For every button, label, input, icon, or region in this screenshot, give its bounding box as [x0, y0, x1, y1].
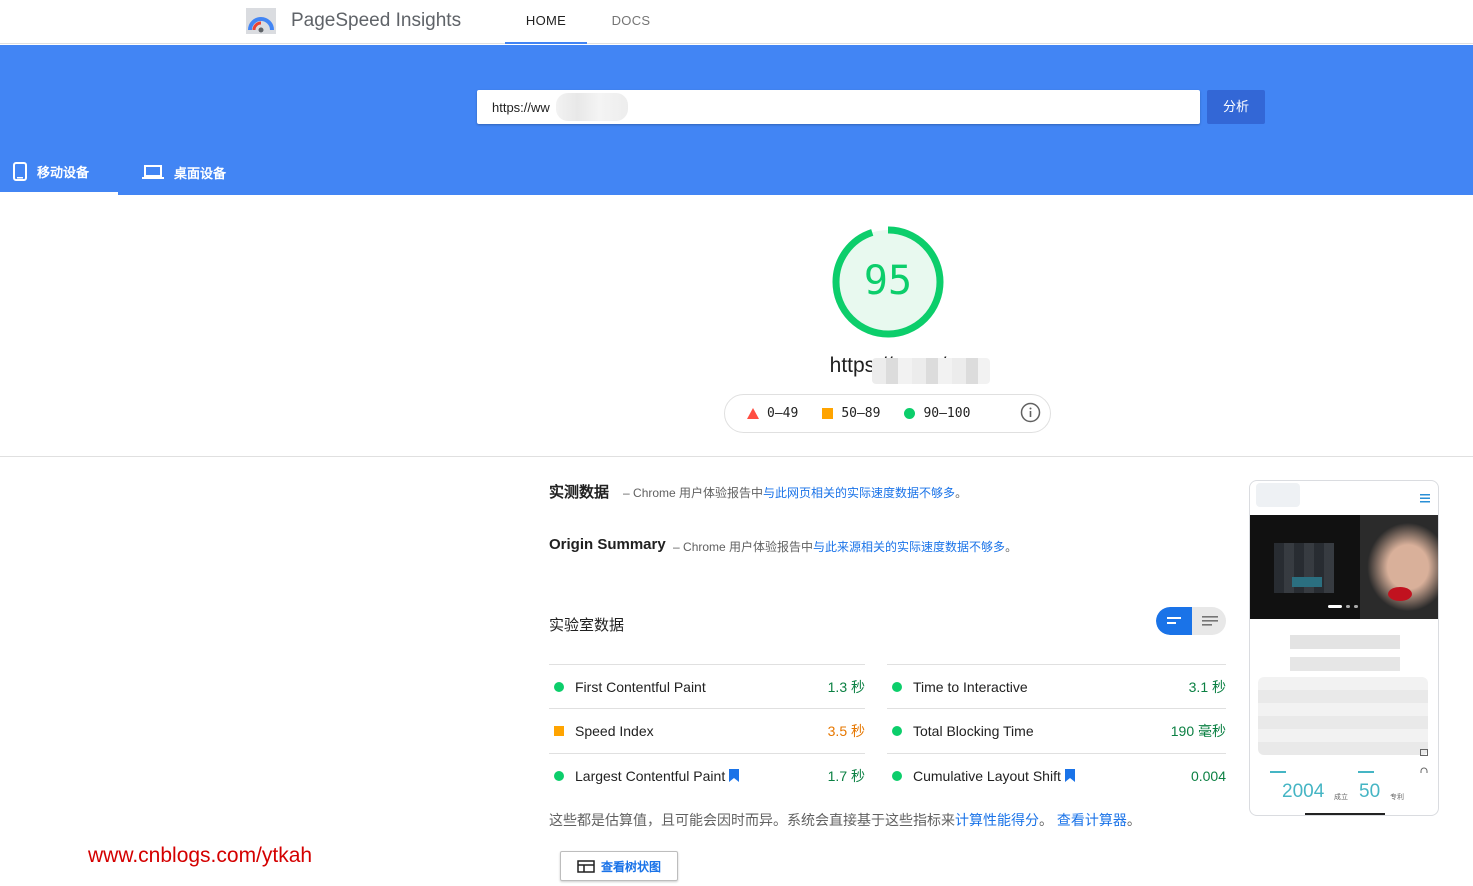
info-icon[interactable] — [1020, 402, 1041, 423]
calc-score-link[interactable]: 计算性能得分 — [955, 812, 1039, 828]
stat-line — [1358, 771, 1374, 773]
home-indicator — [1305, 813, 1385, 815]
metric-speed-index: Speed Index 3.5 秒 — [549, 708, 865, 752]
redacted-heading — [1290, 635, 1400, 649]
red-triangle-icon — [747, 408, 759, 419]
green-circle-icon — [892, 770, 902, 781]
view-treemap-button[interactable]: 查看树状图 — [560, 851, 678, 881]
lab-data-title: 实验室数据 — [549, 617, 625, 634]
laptop-icon — [142, 165, 164, 179]
metric-first-contentful-paint: First Contentful Paint 1.3 秒 — [549, 664, 865, 708]
metric-value: 1.7 秒 — [827, 767, 865, 784]
redacted-url-blur — [556, 93, 628, 121]
metric-value: 3.5 秒 — [827, 722, 865, 739]
metric-value: 0.004 — [1190, 767, 1226, 784]
carousel-dot — [1328, 605, 1342, 608]
bookmark-icon[interactable] — [729, 769, 740, 782]
metric-label: Speed Index — [575, 722, 654, 739]
nav-tab-docs[interactable]: DOCS — [595, 0, 667, 44]
legend-poor: 0–49 — [747, 406, 798, 421]
compact-list-icon — [1167, 617, 1181, 624]
stat-line — [1270, 771, 1286, 773]
legend-poor-range: 0–49 — [767, 406, 799, 421]
redacted-paragraph — [1258, 677, 1428, 755]
analyze-button[interactable]: 分析 — [1207, 90, 1265, 124]
score-legend: 0–49 50–89 90–100 — [724, 394, 1051, 433]
redacted-logo — [1256, 483, 1300, 507]
bookmark-icon[interactable] — [1064, 769, 1075, 782]
stat-founded-label: 成立 — [1334, 794, 1348, 801]
metrics-view-toggle[interactable] — [1156, 607, 1226, 635]
tab-desktop[interactable]: 桌面设备 — [142, 150, 226, 195]
metric-label: Largest Contentful Paint — [575, 767, 726, 784]
metric-value: 1.3 秒 — [827, 678, 865, 695]
performance-score-value: 95 — [863, 258, 913, 304]
orange-square-icon — [554, 725, 564, 736]
origin-summary-desc: – Chrome 用户体验报告中与此来源相关的实际速度数据不够多。 — [673, 540, 1018, 554]
lab-footnote: 这些都是估算值，且可能会因时而异。系统会直接基于这些指标来计算性能得分。 查看计… — [549, 812, 1141, 828]
metric-label: First Contentful Paint — [575, 678, 706, 695]
legend-good-range: 90–100 — [923, 406, 971, 421]
metric-value: 3.1 秒 — [1188, 678, 1226, 695]
field-data-title: 实测数据 — [549, 484, 610, 501]
model-photo — [1360, 515, 1438, 619]
metric-total-blocking-time: Total Blocking Time 190 毫秒 — [887, 708, 1226, 752]
view-calculator-link[interactable]: 查看计算器 — [1057, 812, 1127, 828]
metric-largest-contentful-paint: Largest Contentful Paint 1.7 秒 — [549, 753, 865, 797]
tab-mobile-label: 移动设备 — [37, 164, 90, 180]
legend-average-range: 50–89 — [841, 406, 881, 421]
hero-image — [1250, 515, 1438, 619]
treemap-icon — [577, 859, 595, 873]
field-data-desc: – Chrome 用户体验报告中与此网页相关的实际速度数据不够多。 — [623, 486, 968, 500]
redacted-hero-button — [1292, 577, 1322, 587]
metric-label: Total Blocking Time — [913, 722, 1034, 739]
model-lips — [1388, 587, 1412, 601]
green-circle-icon — [554, 681, 564, 692]
watermark-text: www.cnblogs.com/ytkah — [88, 844, 313, 867]
side-toolbar — [1420, 727, 1428, 777]
legend-average: 50–89 — [822, 406, 880, 421]
expanded-list-icon[interactable] — [1194, 607, 1226, 635]
redacted-heading — [1290, 657, 1400, 671]
green-circle-icon — [892, 725, 902, 736]
field-data-link[interactable]: 与此网页相关的实际速度数据不够多 — [763, 486, 955, 500]
message-icon — [1420, 749, 1428, 756]
phone-icon — [13, 161, 27, 181]
search-hero: 分析 移动设备 桌面设备 — [0, 45, 1473, 195]
headset-icon — [1420, 767, 1428, 773]
metric-time-to-interactive: Time to Interactive 3.1 秒 — [887, 664, 1226, 708]
metric-cumulative-layout-shift: Cumulative Layout Shift 0.004 — [887, 753, 1226, 797]
nav-tab-home[interactable]: HOME — [505, 0, 587, 44]
section-divider — [0, 456, 1473, 457]
metric-value: 190 毫秒 — [1170, 722, 1226, 739]
redacted-url-blur — [872, 358, 990, 384]
carousel-dot — [1354, 605, 1358, 608]
orange-square-icon — [822, 408, 834, 419]
metric-label: Time to Interactive — [913, 678, 1028, 695]
metric-label: Cumulative Layout Shift — [913, 767, 1061, 784]
tab-desktop-label: 桌面设备 — [174, 166, 227, 181]
green-circle-icon — [904, 408, 916, 419]
green-circle-icon — [892, 681, 902, 692]
page-screenshot-thumbnail: 2004 成立 50 专利 — [1249, 480, 1439, 816]
green-circle-icon — [554, 770, 564, 781]
tab-mobile[interactable]: 移动设备 — [0, 150, 118, 195]
toggle-compact-view[interactable] — [1156, 607, 1192, 635]
brand-title: PageSpeed Insights — [291, 10, 462, 31]
carousel-dot — [1346, 605, 1350, 608]
origin-summary-link[interactable]: 与此来源相关的实际速度数据不够多 — [813, 540, 1005, 554]
stat-patent-value: 50 — [1359, 781, 1381, 802]
pagespeed-logo-icon — [246, 8, 276, 34]
origin-summary-title: Origin Summary — [549, 536, 666, 553]
stat-founded-value: 2004 — [1282, 781, 1325, 802]
legend-good: 90–100 — [904, 406, 970, 421]
stat-patent-label: 专利 — [1390, 794, 1404, 801]
top-bar: PageSpeed Insights HOME DOCS — [0, 0, 1473, 44]
hamburger-menu-icon — [1420, 494, 1430, 503]
view-treemap-label: 查看树状图 — [600, 859, 661, 874]
